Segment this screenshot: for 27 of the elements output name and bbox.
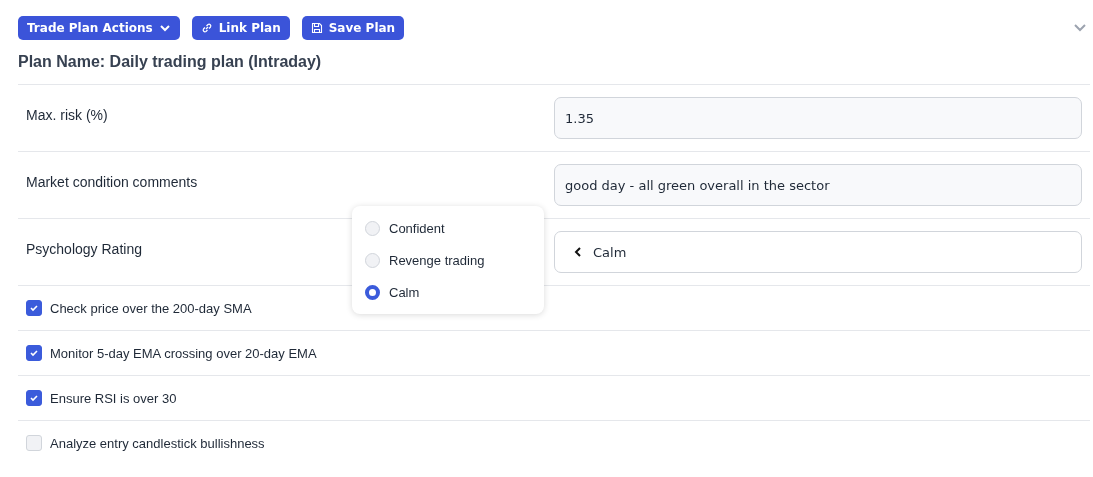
actions-menu-button[interactable]: Trade Plan Actions xyxy=(18,16,180,40)
checkbox[interactable] xyxy=(26,300,42,316)
dropdown-option[interactable]: Calm xyxy=(352,276,544,308)
link-plan-button[interactable]: Link Plan xyxy=(191,16,290,40)
checklist-label: Ensure RSI is over 30 xyxy=(50,390,177,406)
checkmark-icon xyxy=(29,348,39,358)
input-field[interactable]: good day - all green overall in the sector xyxy=(554,164,1082,206)
checklist-label: Monitor 5-day EMA crossing over 20-day EMA xyxy=(50,345,317,361)
chevron-down-icon xyxy=(158,22,171,34)
checklist-label: Analyze entry candlestick bullishness xyxy=(50,435,265,451)
field-label: Max. risk (%) xyxy=(26,107,108,123)
chevron-left-icon xyxy=(573,247,583,257)
save-plan-button[interactable]: Save Plan xyxy=(301,16,405,40)
field-label: Psychology Rating xyxy=(26,241,142,257)
plan-title: Plan Name: Daily trading plan (Intraday) xyxy=(18,53,323,71)
input-field[interactable]: 1.35 xyxy=(554,97,1082,139)
checkmark-icon xyxy=(29,303,39,313)
checkmark-icon xyxy=(29,393,39,403)
field-label: Market condition comments xyxy=(26,174,198,190)
checkbox[interactable] xyxy=(26,390,42,406)
checklist-label: Check price over the 200-day SMA xyxy=(50,300,252,316)
dropdown-option[interactable]: Confident xyxy=(352,212,544,244)
radio-button[interactable] xyxy=(365,284,380,300)
select-field[interactable]: Calm xyxy=(554,231,1082,273)
checkbox[interactable] xyxy=(26,345,42,361)
dropdown-option[interactable]: Revenge trading xyxy=(352,244,544,276)
link-icon xyxy=(200,22,213,34)
